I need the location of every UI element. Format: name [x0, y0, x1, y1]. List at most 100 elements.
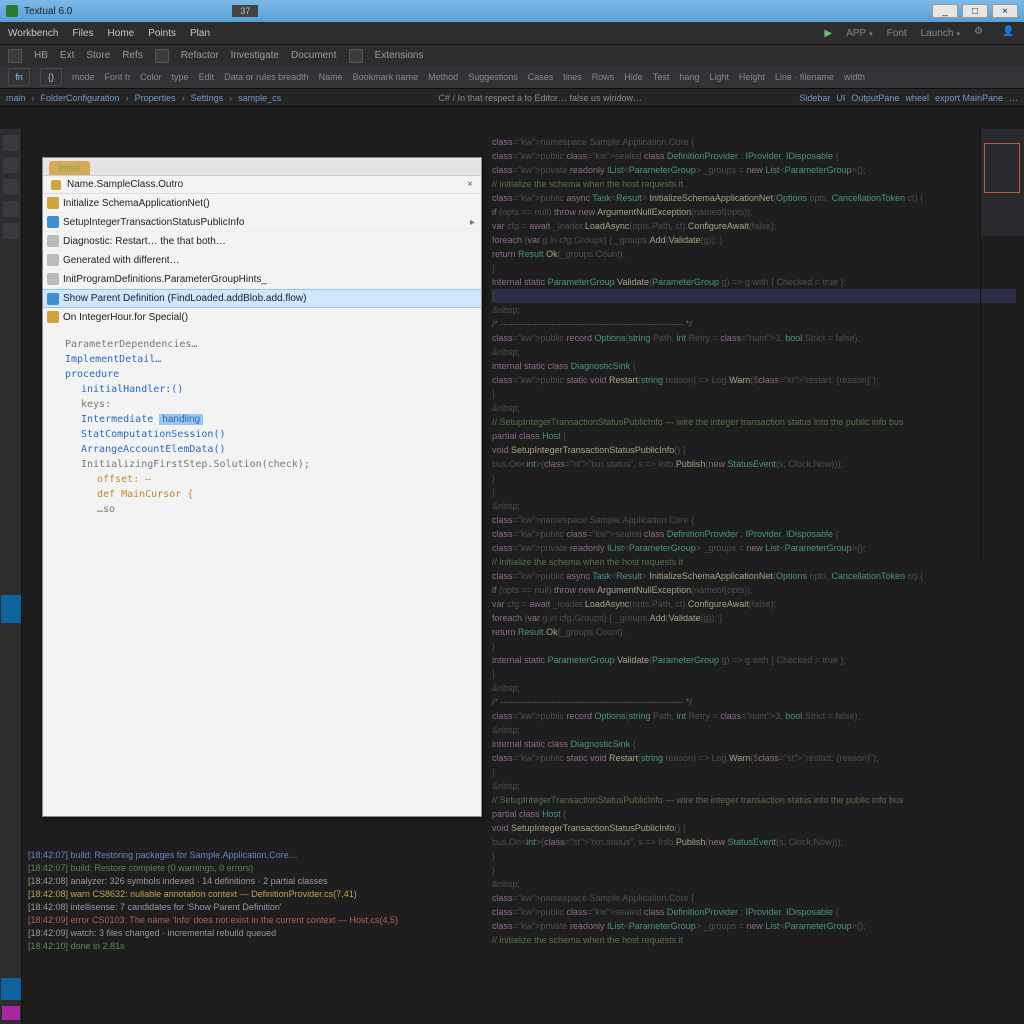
- suggestion-row[interactable]: InitProgramDefinitions.ParameterGroupHin…: [43, 270, 481, 289]
- ribbon2-hang[interactable]: hang: [679, 72, 699, 82]
- ribbon2-btn-braces[interactable]: {}: [40, 68, 62, 86]
- activity-scm-icon[interactable]: [3, 179, 19, 195]
- path-r-4[interactable]: export MainPane: [935, 93, 1003, 103]
- close-button[interactable]: ×: [992, 4, 1018, 18]
- ribbon2-height[interactable]: Height: [739, 72, 765, 82]
- path-seg-2[interactable]: Properties: [135, 93, 176, 103]
- ribbon2-light[interactable]: Light: [709, 72, 729, 82]
- suggestion-row[interactable]: Initialize SchemaApplicationNet(): [43, 194, 481, 213]
- path-seg-0[interactable]: main: [6, 93, 26, 103]
- panel-close-icon[interactable]: ×: [467, 179, 473, 190]
- ribbon-icon-2[interactable]: [155, 49, 169, 63]
- ribbon2-test[interactable]: Test: [653, 72, 670, 82]
- output-line: [18:42:10] done in 2.81s: [28, 940, 1016, 953]
- minimap-viewport[interactable]: [984, 143, 1020, 193]
- ribbon-extensions[interactable]: Extensions: [375, 50, 424, 61]
- code-line: if (opts == null) throw new ArgumentNull…: [492, 205, 1016, 219]
- ribbon2-data[interactable]: Data or rules breadth: [224, 72, 309, 82]
- suggestion-row[interactable]: Diagnostic: Restart… the that both…: [43, 232, 481, 251]
- panel-tab-initial[interactable]: Initial: [49, 161, 90, 175]
- suggestion-label: Initialize SchemaApplicationNet(): [63, 198, 210, 209]
- ribbon-hb[interactable]: HB: [34, 50, 48, 61]
- output-terminal[interactable]: [18:42:07] build: Restoring packages for…: [28, 849, 1016, 1020]
- menu-home[interactable]: Home: [108, 28, 135, 39]
- suggestion-row[interactable]: Show Parent Definition (FindLoaded.addBl…: [43, 289, 481, 308]
- suggestion-row[interactable]: On IntegerHour.for Special(): [43, 308, 481, 327]
- activity-search-icon[interactable]: [3, 157, 19, 173]
- activity-explorer-icon[interactable]: [3, 135, 19, 151]
- code-line: class="kw">namespace Sample.Application.…: [492, 135, 1016, 149]
- path-seg-1[interactable]: FolderConfiguration: [41, 93, 120, 103]
- suggestion-row[interactable]: Generated with different…: [43, 251, 481, 270]
- menu-files[interactable]: Files: [72, 28, 93, 39]
- ribbon2-rows[interactable]: Rows: [592, 72, 615, 82]
- ribbon2-type[interactable]: type: [172, 72, 189, 82]
- ribbon-primary: HB Ext Store Refs Refactor Investigate D…: [0, 44, 1024, 66]
- activity-debug-icon[interactable]: [3, 201, 19, 217]
- ribbon2-edit[interactable]: Edit: [199, 72, 215, 82]
- ribbon-ext[interactable]: Ext: [60, 50, 74, 61]
- code-line: }: [492, 387, 1016, 401]
- path-r-1[interactable]: UI: [836, 93, 845, 103]
- panel-body-line: offset: —: [53, 472, 471, 487]
- ribbon2-more2[interactable]: width: [844, 72, 865, 82]
- code-line: &nbsp;: [492, 303, 1016, 317]
- activity-settings-icon[interactable]: [1, 978, 21, 1000]
- ribbon-store[interactable]: Store: [86, 50, 110, 61]
- suggestion-row[interactable]: SetupIntegerTransactionStatusPublicInfo▸: [43, 213, 481, 232]
- path-r-3[interactable]: wheel: [905, 93, 929, 103]
- path-r-0[interactable]: Sidebar: [799, 93, 830, 103]
- menu-points[interactable]: Points: [148, 28, 176, 39]
- code-line: if (opts == null) throw new ArgumentNull…: [492, 583, 1016, 597]
- path-r-5[interactable]: …: [1009, 93, 1018, 103]
- code-line: foreach (var g in cfg.Groups) { _groups.…: [492, 611, 1016, 625]
- ribbon2-color[interactable]: Color: [140, 72, 162, 82]
- gear-icon[interactable]: ⚙: [974, 26, 988, 40]
- panel-body-line: ArrangeAccountElemData(): [53, 442, 471, 457]
- user-icon[interactable]: 👤: [1002, 26, 1016, 40]
- code-line: class="kw">public async Task<Result> Ini…: [492, 569, 1016, 583]
- path-seg-3[interactable]: Settings: [191, 93, 224, 103]
- ribbon2-suggestions[interactable]: Suggestions: [468, 72, 518, 82]
- ribbon-document[interactable]: Document: [291, 50, 337, 61]
- window-titlebar: Textual 6.0 37 _ □ ×: [0, 0, 1024, 22]
- maximize-button[interactable]: □: [962, 4, 988, 18]
- code-line: }: [492, 639, 1016, 653]
- ribbon-icon-3[interactable]: [349, 49, 363, 63]
- ribbon2-more1[interactable]: Line · filename: [775, 72, 834, 82]
- run-play-icon[interactable]: ▶: [824, 28, 832, 39]
- ribbon2-hide[interactable]: Hide: [624, 72, 643, 82]
- ribbon2-font[interactable]: Font h: [105, 72, 131, 82]
- menu-app[interactable]: APP: [846, 28, 873, 39]
- panel-body-line: ParameterDependencies…: [53, 337, 471, 352]
- activity-status-icon: [2, 1006, 20, 1020]
- info-icon: [47, 235, 59, 247]
- ribbon-investigate[interactable]: Investigate: [231, 50, 279, 61]
- ribbon2-method[interactable]: Method: [428, 72, 458, 82]
- activity-extensions-icon[interactable]: [3, 223, 19, 239]
- ribbon-refs[interactable]: Refs: [122, 50, 143, 61]
- ribbon-refactor[interactable]: Refactor: [181, 50, 219, 61]
- ribbon2-btn-fn[interactable]: fn: [8, 68, 30, 86]
- ribbon2-bookmark[interactable]: Bookmark name: [353, 72, 419, 82]
- menu-workbench[interactable]: Workbench: [8, 28, 58, 39]
- menu-launch[interactable]: Launch: [921, 28, 960, 39]
- titlebar-tab-number[interactable]: 37: [232, 5, 258, 17]
- ribbon-icon-1[interactable]: [8, 49, 22, 63]
- panel-body-line: initialHandler:(): [53, 382, 471, 397]
- code-line: // initialize the schema when the host r…: [492, 555, 1016, 569]
- ribbon2-name[interactable]: Name: [319, 72, 343, 82]
- ribbon2-cases[interactable]: Cases: [528, 72, 554, 82]
- minimize-button[interactable]: _: [932, 4, 958, 18]
- path-r-2[interactable]: OutputPane: [851, 93, 899, 103]
- suggestion-panel: Initial Name.SampleClass.Outro × Initial…: [42, 157, 482, 817]
- menu-plan[interactable]: Plan: [190, 28, 210, 39]
- activity-account-icon[interactable]: [1, 595, 21, 623]
- minimap[interactable]: [980, 129, 1024, 559]
- menu-font[interactable]: Font: [887, 28, 907, 39]
- output-line: [18:42:07] build: Restore complete (0 wa…: [28, 862, 1016, 875]
- ribbon2-mode[interactable]: mode: [72, 72, 95, 82]
- path-seg-4[interactable]: sample_cs: [238, 93, 281, 103]
- suggestion-label: Diagnostic: Restart… the that both…: [63, 236, 226, 247]
- ribbon2-lines[interactable]: lines: [563, 72, 582, 82]
